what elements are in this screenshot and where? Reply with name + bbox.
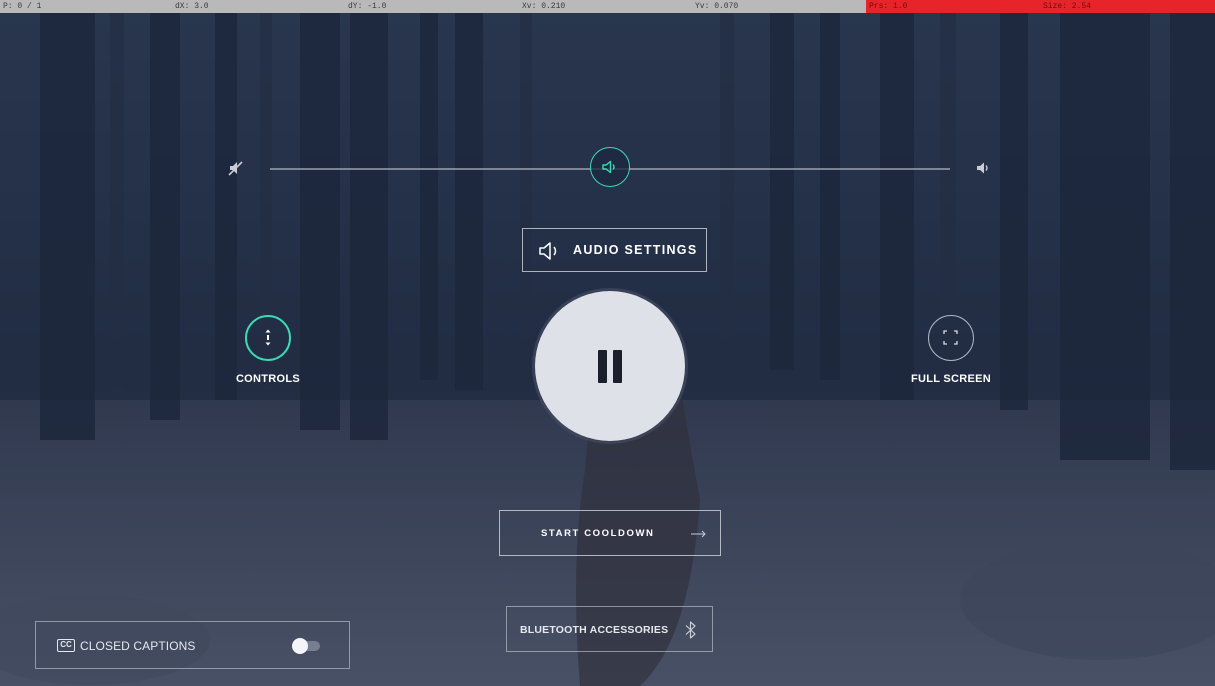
volume-thumb[interactable] (590, 147, 630, 187)
fullscreen-button[interactable]: FULL SCREEN (891, 315, 1011, 395)
controls-label: CONTROLS (235, 373, 301, 385)
audio-settings-button[interactable]: AUDIO SETTINGS (522, 228, 707, 272)
closed-captions-panel: CC CLOSED CAPTIONS (35, 621, 350, 669)
volume-slider[interactable] (222, 145, 1002, 191)
pause-button[interactable] (535, 291, 685, 441)
debug-info-bar: P: 0 / 1 dX: 3.0 dY: -1.0 Xv: 0.210 Yv: … (0, 0, 1215, 13)
controls-circle[interactable] (245, 315, 291, 361)
debug-pressure: Prs: 1.0 (866, 0, 1040, 13)
debug-size: Size: 2.54 (1040, 0, 1215, 13)
bluetooth-accessories-label: BLUETOOTH ACCESSORIES (520, 624, 669, 636)
speaker-loud-icon[interactable] (974, 159, 992, 177)
fullscreen-label: FULL SCREEN (910, 373, 992, 385)
toggle-knob[interactable] (292, 638, 308, 654)
closed-captions-toggle[interactable] (292, 638, 322, 654)
debug-pointer-count: P: 0 / 1 (3, 2, 42, 11)
start-cooldown-button[interactable]: START COOLDOWN (499, 510, 721, 556)
debug-delta-y: dY: -1.0 (348, 2, 387, 11)
audio-settings-label: AUDIO SETTINGS (573, 243, 698, 257)
fullscreen-circle[interactable] (928, 315, 974, 361)
closed-captions-label: CLOSED CAPTIONS (80, 639, 196, 653)
bluetooth-accessories-button[interactable]: BLUETOOTH ACCESSORIES (506, 606, 713, 652)
start-cooldown-label: START COOLDOWN (541, 528, 655, 539)
debug-delta-x: dX: 3.0 (175, 2, 209, 11)
debug-velocity-y: Yv: 0.070 (695, 2, 739, 11)
workout-player-screen: P: 0 / 1 dX: 3.0 dY: -1.0 Xv: 0.210 Yv: … (0, 0, 1215, 686)
mute-speaker-icon[interactable] (227, 159, 245, 177)
controls-button[interactable]: CONTROLS (208, 315, 328, 395)
closed-captions-icon: CC (57, 639, 75, 652)
debug-velocity-x: Xv: 0.210 (522, 2, 566, 11)
